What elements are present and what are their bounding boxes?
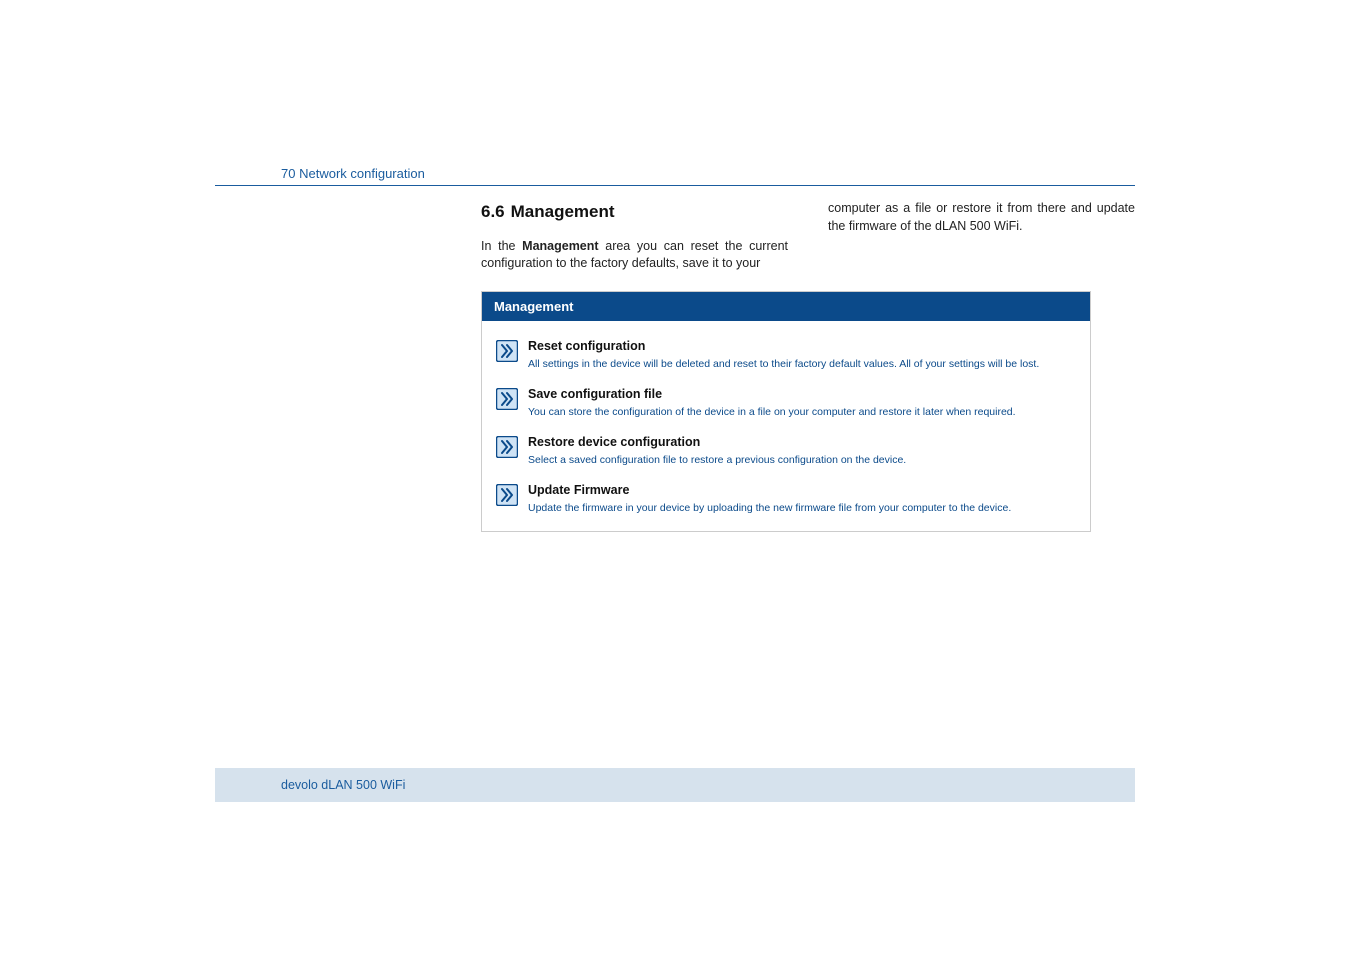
intro-col-right: computer as a file or restore it from th… [828,200,1135,273]
arrow-icon [496,388,518,410]
panel-title: Management [482,292,1090,321]
document-page: 70 Network configuration 6.6 Management I… [215,165,1135,532]
page-header: 70 Network configuration [215,165,1135,186]
section-heading: 6.6 Management [481,200,788,224]
item-text: Save configuration file You can store th… [528,387,1076,419]
item-text: Restore device configuration Select a sa… [528,435,1076,467]
item-text: Update Firmware Update the firmware in y… [528,483,1076,515]
arrow-icon [496,340,518,362]
header-text: 70 Network configuration [215,166,425,181]
item-update-firmware[interactable]: Update Firmware Update the firmware in y… [496,475,1076,523]
panel-body: Reset configuration All settings in the … [482,321,1090,532]
item-title: Restore device configuration [528,435,1076,449]
item-desc: You can store the configuration of the d… [528,405,1076,419]
content-area: 6.6 Management In the Management area you… [215,200,1135,532]
item-desc: All settings in the device will be delet… [528,357,1076,371]
item-save-configuration[interactable]: Save configuration file You can store th… [496,379,1076,427]
intro-paragraph-left: In the Management area you can reset the… [481,238,788,273]
item-desc: Update the firmware in your device by up… [528,501,1076,515]
page-number: 70 [281,166,295,181]
item-title: Update Firmware [528,483,1076,497]
intro-col-left: 6.6 Management In the Management area you… [481,200,788,273]
item-restore-configuration[interactable]: Restore device configuration Select a sa… [496,427,1076,475]
intro-columns: 6.6 Management In the Management area you… [481,200,1135,273]
item-title: Reset configuration [528,339,1076,353]
item-desc: Select a saved configuration file to res… [528,453,1076,467]
item-title: Save configuration file [528,387,1076,401]
arrow-icon [496,436,518,458]
management-panel: Management Reset configuration All setti… [481,291,1091,533]
section-number: 6.6 [481,202,505,221]
chapter-title: Network configuration [299,166,425,181]
arrow-icon [496,484,518,506]
intro-paragraph-right: computer as a file or restore it from th… [828,200,1135,235]
section-title: Management [511,202,615,221]
item-text: Reset configuration All settings in the … [528,339,1076,371]
page-footer: devolo dLAN 500 WiFi [215,768,1135,802]
item-reset-configuration[interactable]: Reset configuration All settings in the … [496,331,1076,379]
footer-text: devolo dLAN 500 WiFi [281,778,405,792]
